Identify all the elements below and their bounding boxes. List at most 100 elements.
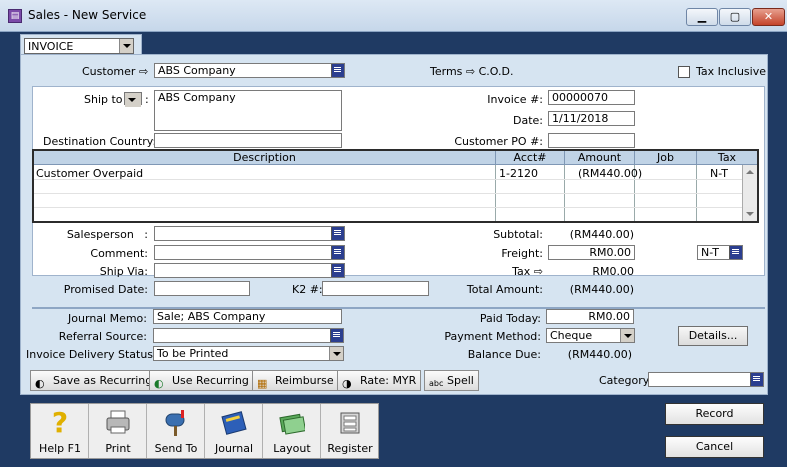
col-description[interactable]: Description	[34, 151, 496, 165]
col-tax[interactable]: Tax	[697, 151, 757, 165]
lookup-list-icon[interactable]	[331, 227, 344, 240]
lookup-list-icon[interactable]	[331, 246, 344, 259]
tax-inclusive-checkbox[interactable]	[678, 66, 690, 78]
layout-icon	[279, 408, 307, 438]
save-as-recurring-button[interactable]: ◐ Save as Recurring	[30, 370, 158, 391]
arrow-right-icon[interactable]: ⇨	[466, 65, 475, 78]
row-acct[interactable]: 1-2120	[499, 167, 538, 180]
help-button[interactable]: ? Help F1	[31, 404, 89, 458]
spell-button[interactable]: abc Spell	[424, 370, 479, 391]
row-description[interactable]: Customer Overpaid	[36, 167, 143, 180]
promised-date-label: Promised Date:	[63, 283, 148, 296]
destination-country-field[interactable]	[154, 133, 342, 148]
customer-po-field[interactable]	[548, 133, 635, 148]
lookup-list-icon[interactable]	[750, 373, 763, 386]
lookup-list-icon[interactable]	[331, 64, 344, 77]
col-acct[interactable]: Acct#	[496, 151, 565, 165]
freight-tax-select[interactable]: N-T	[697, 245, 743, 260]
salesperson-field[interactable]	[154, 226, 345, 241]
line-items-grid: Description Acct# Amount Job Tax Custome…	[32, 149, 759, 223]
register-button[interactable]: Register	[321, 404, 379, 458]
grid-scrollbar[interactable]	[742, 165, 757, 221]
ship-to-label: Ship to	[84, 93, 123, 106]
register-icon	[337, 408, 363, 438]
maximize-button[interactable]: ▢	[719, 8, 751, 26]
arrow-right-icon[interactable]: ⇨	[139, 65, 148, 78]
journal-button[interactable]: Journal	[205, 404, 263, 458]
ship-via-label: Ship Via:	[99, 265, 148, 278]
details-button[interactable]: Details...	[678, 326, 748, 346]
printer-icon	[105, 408, 131, 438]
lookup-list-icon[interactable]	[330, 329, 343, 342]
use-recurring-button[interactable]: ◐ Use Recurring	[149, 370, 254, 391]
journal-memo-label: Journal Memo:	[68, 312, 147, 325]
k2-label: K2 #:	[292, 283, 323, 296]
grid-header: Description Acct# Amount Job Tax	[34, 151, 757, 165]
lookup-list-icon[interactable]	[729, 246, 742, 259]
terms-label: Terms ⇨ C.O.D.	[430, 65, 514, 78]
freight-label: Freight:	[501, 247, 543, 260]
total-amount-label: Total Amount:	[466, 283, 543, 296]
category-select[interactable]	[648, 372, 764, 387]
journal-icon	[221, 408, 247, 438]
invoice-number-field[interactable]: 00000070	[548, 90, 635, 105]
category-label: Category:	[599, 374, 653, 387]
tax-label: Tax ⇨	[512, 265, 543, 278]
chevron-down-icon[interactable]	[329, 347, 343, 360]
row-tax[interactable]: N-T	[710, 167, 728, 180]
paid-today-field[interactable]: RM0.00	[546, 309, 634, 324]
chevron-down-icon[interactable]	[119, 39, 133, 53]
customer-field[interactable]: ABS Company	[154, 63, 345, 78]
arrow-right-icon[interactable]: ⇨	[534, 265, 543, 278]
promised-date-field[interactable]	[154, 281, 250, 296]
chevron-down-icon[interactable]	[125, 93, 141, 107]
title-bar: ▤ Sales - New Service ▁ ▢ ✕	[0, 0, 787, 32]
subtotal-value: (RM440.00)	[569, 228, 634, 241]
scroll-down-icon[interactable]	[743, 207, 757, 221]
reimburse-button[interactable]: ▦ Reimburse	[252, 370, 339, 391]
record-button[interactable]: Record	[665, 403, 764, 425]
minimize-button[interactable]: ▁	[686, 8, 718, 26]
payment-method-label: Payment Method:	[444, 330, 541, 343]
payment-method-select[interactable]: Cheque	[546, 328, 635, 343]
destination-country-label: Destination Country:	[43, 135, 157, 148]
delivery-status-select[interactable]: To be Printed	[153, 346, 344, 361]
row-amount[interactable]: (RM440.00)	[578, 167, 642, 180]
total-amount-value: (RM440.00)	[569, 283, 634, 296]
help-icon: ?	[51, 406, 69, 439]
mailbox-icon	[163, 408, 189, 438]
form-type-value: INVOICE	[28, 40, 74, 53]
terms-value: C.O.D.	[478, 65, 514, 78]
balance-due-label: Balance Due:	[467, 348, 541, 361]
comment-field[interactable]	[154, 245, 345, 260]
sales-panel: Customer ⇨ ABS Company Terms ⇨ C.O.D. Ta…	[20, 54, 768, 395]
app-icon: ▤	[8, 9, 22, 23]
recurring-icon: ◐	[35, 377, 45, 390]
currency-icon: ◑	[342, 377, 352, 390]
layout-button[interactable]: Layout	[263, 404, 321, 458]
referral-source-label: Referral Source:	[58, 330, 147, 343]
lookup-list-icon[interactable]	[331, 264, 344, 277]
freight-field[interactable]: RM0.00	[548, 245, 635, 260]
ship-to-address[interactable]: ABS Company	[154, 90, 342, 131]
ship-via-field[interactable]	[154, 263, 345, 278]
col-job[interactable]: Job	[635, 151, 697, 165]
form-type-select[interactable]: INVOICE	[24, 38, 134, 54]
paid-today-label: Paid Today:	[479, 312, 541, 325]
scroll-up-icon[interactable]	[743, 165, 757, 179]
journal-memo-field[interactable]: Sale; ABS Company	[153, 309, 342, 324]
close-button[interactable]: ✕	[752, 8, 785, 26]
send-to-button[interactable]: Send To	[147, 404, 205, 458]
subtotal-label: Subtotal:	[493, 228, 543, 241]
date-field[interactable]: 1/11/2018	[548, 111, 635, 126]
referral-source-field[interactable]	[153, 328, 344, 343]
k2-field[interactable]	[322, 281, 429, 296]
ship-to-dropdown[interactable]	[124, 92, 142, 107]
cancel-button[interactable]: Cancel	[665, 436, 764, 458]
spell-check-icon: abc	[429, 379, 444, 388]
chevron-down-icon[interactable]	[620, 329, 634, 342]
col-amount[interactable]: Amount	[565, 151, 635, 165]
balance-due-value: (RM440.00)	[567, 348, 632, 361]
print-button[interactable]: Print	[89, 404, 147, 458]
rate-button[interactable]: ◑ Rate: MYR	[337, 370, 422, 391]
